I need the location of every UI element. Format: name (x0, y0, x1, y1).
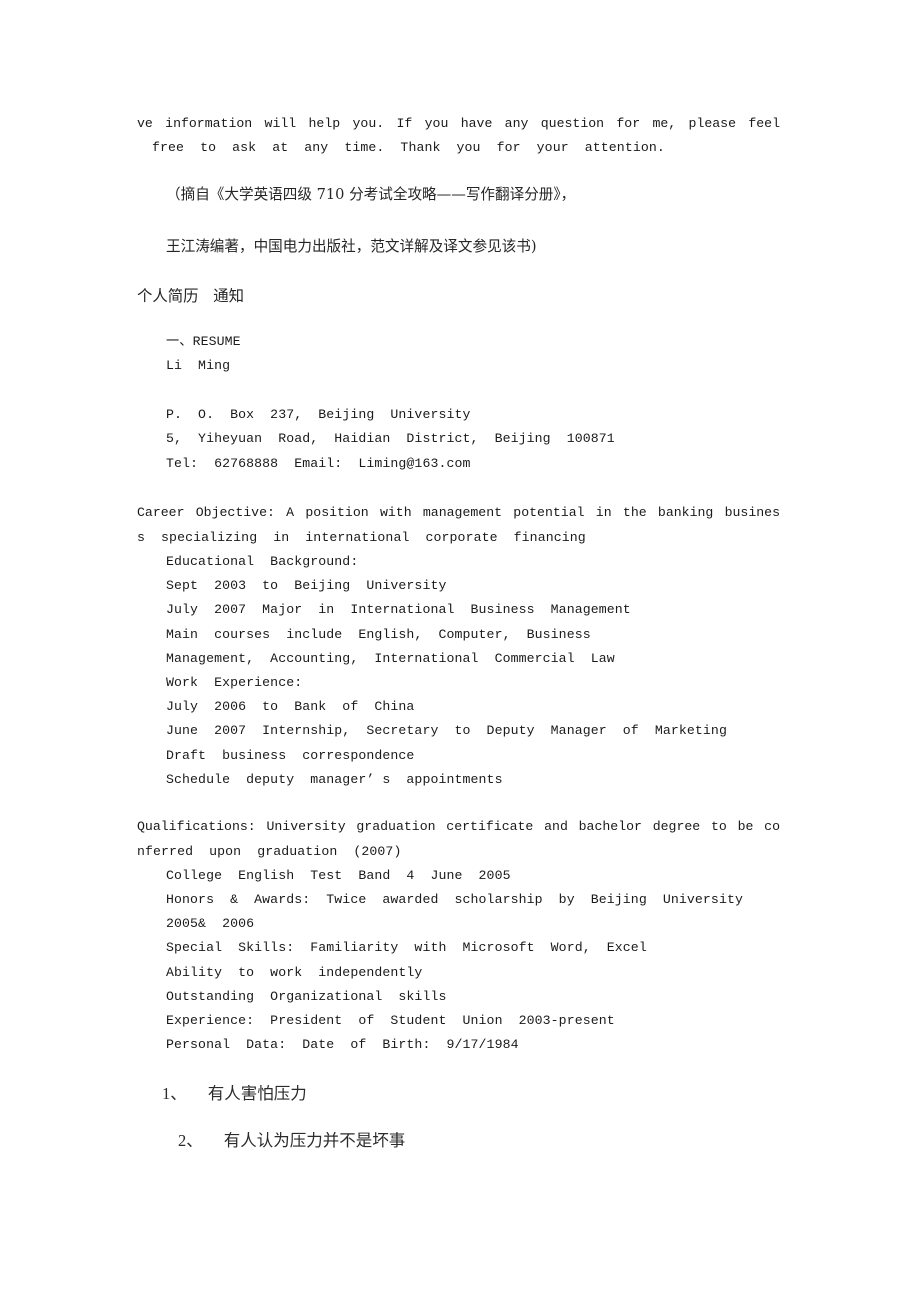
qualifications-line-1: Qualifications: University graduation ce… (137, 819, 780, 834)
resume-other-line-3: 2005& 2006 (166, 916, 255, 931)
outline-item-2-text: 有人认为压力并不是坏事 (223, 1131, 406, 1150)
career-objective-line-2: s specializing in international corporat… (137, 530, 586, 545)
resume-other-line-7: Experience: President of Student Union 2… (166, 1013, 615, 1028)
letter-tail-line-2: free to ask at any time. Thank you for y… (152, 140, 665, 155)
resume-address-line-3: Tel: 62768888 Email: Liming@163.com (166, 456, 471, 471)
educational-background-heading: Educational Background: (166, 554, 359, 569)
document-page: ve information will help you. If you hav… (0, 0, 920, 1302)
letter-tail-line-1: ve information will help you. If you hav… (137, 116, 780, 131)
educational-background-line-2: July 2007 Major in International Busines… (166, 602, 631, 617)
resume-title: 一、RESUME (166, 334, 241, 349)
outline-item-2: 2、 有人认为压力并不是坏事 (178, 1127, 405, 1155)
educational-background-line-1: Sept 2003 to Beijing University (166, 578, 447, 593)
career-objective-line-1: Career Objective: A position with manage… (137, 505, 780, 520)
outline-item-1-text: 有人害怕压力 (207, 1084, 307, 1103)
work-experience-line-3: Draft business correspondence (166, 748, 415, 763)
educational-background-line-4: Management, Accounting, International Co… (166, 651, 615, 666)
work-experience-line-4: Schedule deputy manager’ s appointments (166, 772, 503, 787)
resume-name: Li Ming (166, 358, 231, 373)
resume-other-line-1: College English Test Band 4 June 2005 (166, 868, 511, 883)
work-experience-line-1: July 2006 to Bank of China (166, 699, 415, 714)
source-note-line-2: 王江涛编著，中国电力出版社，范文详解及译文参见该书) (166, 238, 537, 255)
outline-item-1-number: 1、 (162, 1084, 187, 1103)
resume-other-line-5: Ability to work independently (166, 965, 423, 980)
section-heading: 个人简历 通知 (137, 287, 245, 305)
qualifications-line-2: nferred upon graduation (2007) (137, 844, 402, 859)
resume-other-line-8: Personal Data: Date of Birth: 9/17/1984 (166, 1037, 519, 1052)
outline-item-2-number: 2、 (178, 1131, 203, 1150)
resume-address-line-1: P. O. Box 237, Beijing University (166, 407, 471, 422)
outline-item-2-spacer (203, 1131, 224, 1150)
work-experience-line-2: June 2007 Internship, Secretary to Deput… (166, 723, 727, 738)
resume-other-line-2: Honors & Awards: Twice awarded scholarsh… (166, 892, 743, 907)
outline-item-1-spacer (187, 1084, 208, 1103)
educational-background-line-3: Main courses include English, Computer, … (166, 627, 591, 642)
outline-item-1: 1、 有人害怕压力 (162, 1080, 307, 1108)
resume-other-line-4: Special Skills: Familiarity with Microso… (166, 940, 647, 955)
work-experience-heading: Work Experience: (166, 675, 303, 690)
resume-other-line-6: Outstanding Organizational skills (166, 989, 447, 1004)
source-note-line-1: （摘自《大学英语四级 710 分考试全攻略——写作翻译分册》， (166, 186, 576, 203)
resume-address-line-2: 5, Yiheyuan Road, Haidian District, Beij… (166, 431, 615, 446)
